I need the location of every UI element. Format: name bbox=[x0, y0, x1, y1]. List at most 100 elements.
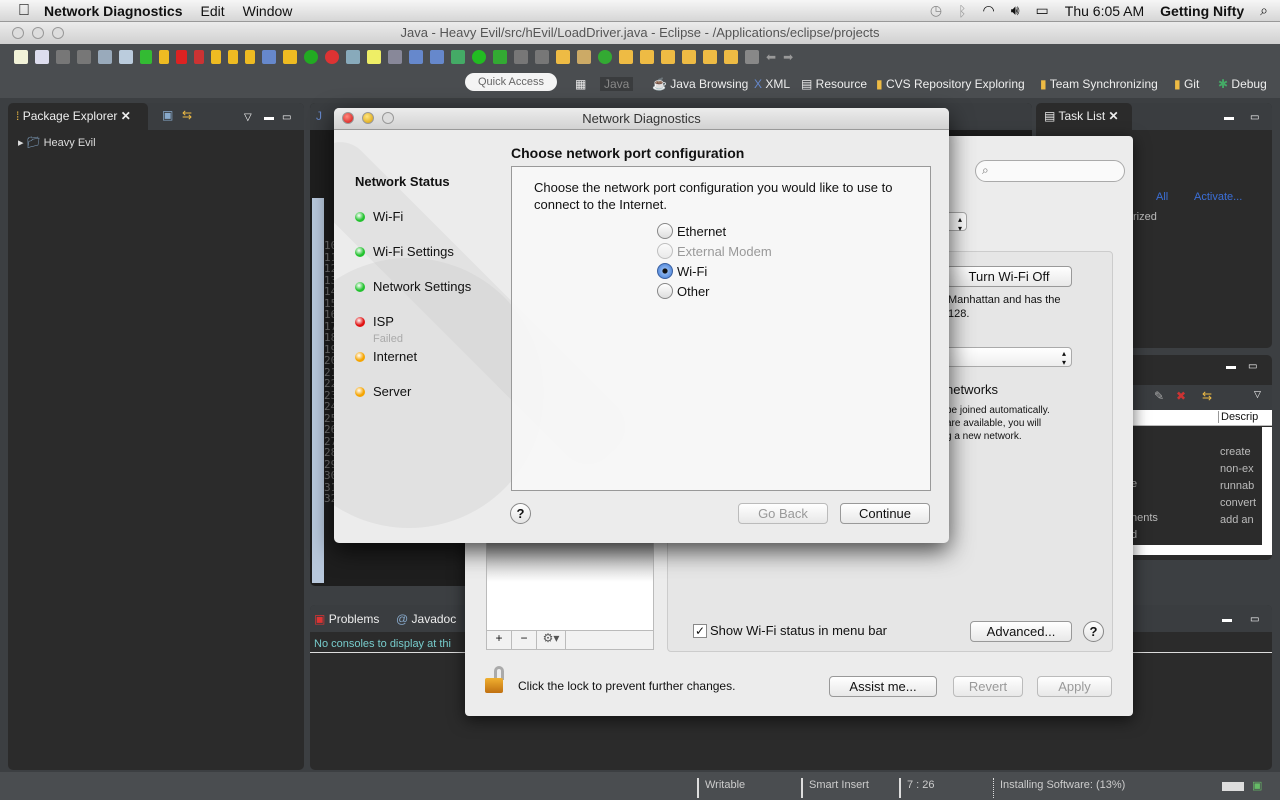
launch-icon[interactable] bbox=[535, 50, 549, 64]
menu-window[interactable]: Window bbox=[243, 3, 293, 19]
maximize-icon[interactable]: ▭ bbox=[1250, 112, 1259, 123]
horizontal-scrollbar[interactable] bbox=[1128, 545, 1272, 555]
next-annotation-icon[interactable] bbox=[703, 50, 717, 64]
show-whitespace-icon[interactable] bbox=[409, 50, 423, 64]
zoom-button[interactable] bbox=[382, 112, 394, 124]
menu-app-name[interactable]: Network Diagnostics bbox=[44, 3, 182, 19]
progress-view-icon[interactable]: ▣ bbox=[1252, 779, 1262, 792]
continue-button[interactable]: Continue bbox=[840, 503, 930, 524]
turn-wifi-off-button[interactable]: Turn Wi-Fi Off bbox=[946, 266, 1072, 287]
disconnect-icon[interactable] bbox=[194, 50, 204, 64]
save-icon[interactable] bbox=[56, 50, 70, 64]
step-into-icon[interactable] bbox=[211, 50, 221, 64]
close-button[interactable] bbox=[342, 112, 354, 124]
spotlight-icon[interactable]: ⌕ bbox=[1260, 2, 1268, 19]
highlight-icon[interactable] bbox=[367, 50, 381, 64]
clock[interactable]: Thu 6:05 AM bbox=[1065, 3, 1144, 19]
open-type-icon[interactable] bbox=[346, 50, 360, 64]
tab-javadoc[interactable]: @ Javadoc bbox=[396, 612, 456, 626]
revert-button[interactable]: Revert bbox=[953, 676, 1023, 697]
perspective-java-browsing[interactable]: ☕ Java Browsing bbox=[652, 77, 748, 91]
tree-item-heavy-evil[interactable]: ▸ 📁︎ Heavy Evil bbox=[8, 130, 304, 149]
suspend-icon[interactable] bbox=[159, 50, 169, 64]
edit-icon[interactable]: ✎ bbox=[1154, 389, 1164, 403]
perspective-git[interactable]: ▮ Git bbox=[1174, 77, 1199, 91]
maximize-icon[interactable]: ▭ bbox=[282, 112, 291, 123]
maximize-icon[interactable]: ▭ bbox=[1250, 614, 1259, 625]
service-actions-button[interactable]: ⚙▾ bbox=[537, 631, 566, 649]
search-field[interactable]: ⌕ bbox=[975, 160, 1125, 182]
perspective-xml[interactable]: X XML bbox=[754, 77, 790, 91]
drop-to-frame-icon[interactable] bbox=[262, 50, 276, 64]
link-all[interactable]: All bbox=[1156, 191, 1168, 203]
external-tools-icon[interactable] bbox=[493, 50, 507, 64]
user-name[interactable]: Getting Nifty bbox=[1160, 3, 1244, 19]
new-package-icon[interactable] bbox=[577, 50, 591, 64]
close-icon[interactable]: ✕ bbox=[121, 109, 131, 123]
remove-service-button[interactable]: − bbox=[512, 631, 537, 649]
stop-icon[interactable] bbox=[514, 50, 528, 64]
last-edit-icon[interactable] bbox=[745, 50, 759, 64]
time-machine-icon[interactable]: ◷ bbox=[930, 2, 942, 19]
open-perspective-icon[interactable]: ▦ bbox=[575, 77, 586, 91]
folder-icon[interactable] bbox=[682, 50, 696, 64]
delete-icon[interactable]: ✖ bbox=[1176, 389, 1186, 403]
bluetooth-icon[interactable]: ᛒ bbox=[958, 3, 966, 19]
add-service-button[interactable]: + bbox=[487, 631, 512, 649]
radio-wi-fi[interactable]: Wi-Fi bbox=[657, 263, 707, 279]
save-all-icon[interactable] bbox=[77, 50, 91, 64]
tab-package-explorer[interactable]: ⁞ Package Explorer ✕ bbox=[8, 103, 148, 130]
sync-icon[interactable]: ⇆ bbox=[1202, 389, 1212, 403]
battery-icon[interactable]: ▭ bbox=[1036, 2, 1049, 19]
pen-icon[interactable] bbox=[661, 50, 675, 64]
advanced-button[interactable]: Advanced... bbox=[970, 621, 1072, 642]
assist-me-button[interactable]: Assist me... bbox=[829, 676, 937, 697]
perspective-cvs[interactable]: ▮ CVS Repository Exploring bbox=[876, 77, 1025, 91]
new-icon[interactable] bbox=[14, 50, 28, 64]
close-icon[interactable]: ✕ bbox=[1109, 109, 1119, 123]
minimize-button[interactable] bbox=[362, 112, 374, 124]
new-java-project-icon[interactable] bbox=[556, 50, 570, 64]
network-name-popup[interactable]: ▴ ▾ bbox=[935, 347, 1072, 367]
open-folder-icon[interactable] bbox=[619, 50, 633, 64]
run-icon[interactable] bbox=[472, 50, 486, 64]
minimize-button[interactable] bbox=[32, 27, 44, 39]
forward-icon[interactable]: ➡ bbox=[783, 50, 793, 64]
skip-breakpoints-icon[interactable] bbox=[119, 50, 133, 64]
close-button[interactable] bbox=[12, 27, 24, 39]
tab-problems[interactable]: ▣ Problems bbox=[314, 612, 379, 626]
back-icon[interactable]: ⬅ bbox=[766, 50, 776, 64]
zoom-button[interactable] bbox=[52, 27, 64, 39]
block-selection-icon[interactable] bbox=[430, 50, 444, 64]
use-step-filters-icon[interactable] bbox=[283, 50, 297, 64]
vertical-scrollbar[interactable] bbox=[1262, 427, 1272, 545]
print-icon[interactable] bbox=[98, 50, 112, 64]
show-wifi-status-checkbox[interactable]: ✓ Show Wi-Fi status in menu bar bbox=[693, 623, 887, 638]
perspective-resource[interactable]: ▤ Resource bbox=[801, 77, 867, 91]
radio-other[interactable]: Other bbox=[657, 283, 710, 299]
link-editor-icon[interactable]: ⇆ bbox=[182, 108, 192, 122]
connect-icon[interactable] bbox=[304, 50, 318, 64]
new-project-icon[interactable] bbox=[35, 50, 49, 64]
debug-icon[interactable] bbox=[451, 50, 465, 64]
quick-access-input[interactable]: Quick Access bbox=[465, 73, 557, 91]
wifi-icon[interactable]: ◠ bbox=[982, 2, 994, 19]
progress-bar-icon[interactable] bbox=[1222, 782, 1244, 791]
collapse-all-icon[interactable]: ▣ bbox=[162, 108, 173, 122]
perspective-debug[interactable]: ✱ Debug bbox=[1218, 77, 1267, 91]
help-button[interactable]: ? bbox=[1083, 621, 1104, 642]
minimize-icon[interactable]: ▬ bbox=[1226, 361, 1236, 372]
step-over-icon[interactable] bbox=[228, 50, 238, 64]
perspective-team-sync[interactable]: ▮ Team Synchronizing bbox=[1040, 77, 1158, 91]
apply-button[interactable]: Apply bbox=[1037, 676, 1112, 697]
view-menu-icon[interactable]: ▽ bbox=[1254, 389, 1261, 400]
status-progress[interactable]: Installing Software: (13%) bbox=[993, 778, 1125, 798]
column-header-description[interactable]: Descrip bbox=[1218, 411, 1258, 423]
maximize-icon[interactable]: ▭ bbox=[1248, 361, 1257, 372]
minimize-icon[interactable]: ▬ bbox=[1224, 112, 1234, 123]
link-activate[interactable]: Activate... bbox=[1194, 191, 1242, 203]
view-menu-icon[interactable]: ▽ bbox=[244, 112, 252, 123]
tab-task-list[interactable]: ▤ Task List ✕ bbox=[1036, 103, 1132, 130]
radio-ethernet[interactable]: Ethernet bbox=[657, 223, 726, 239]
resume-icon[interactable] bbox=[140, 50, 152, 64]
